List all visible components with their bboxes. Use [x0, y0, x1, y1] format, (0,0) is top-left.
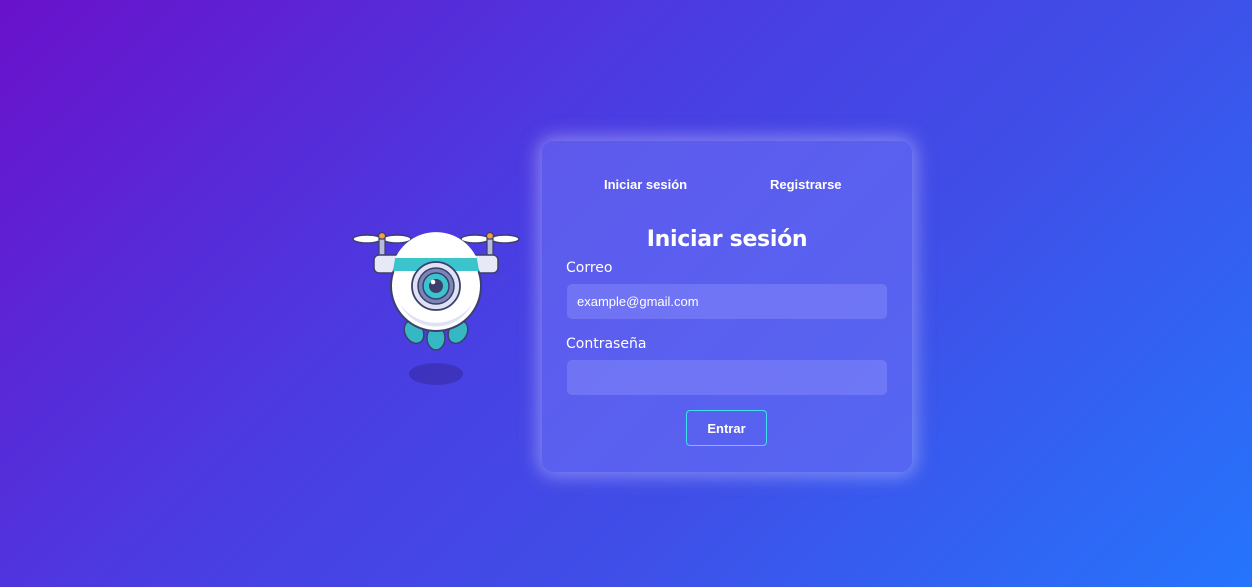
submit-button[interactable]: Entrar — [686, 410, 767, 446]
form-title: Iniciar sesión — [646, 227, 808, 252]
auth-tabs: Iniciar sesión Registrarse — [542, 177, 912, 197]
email-field[interactable] — [567, 284, 887, 319]
password-field[interactable] — [567, 360, 887, 395]
camera-drone-icon — [350, 226, 522, 390]
email-label: Correo — [566, 260, 613, 276]
tab-register[interactable]: Registrarse — [770, 177, 842, 192]
login-card: Iniciar sesión Registrarse Iniciar sesió… — [542, 141, 912, 472]
password-label: Contraseña — [566, 336, 647, 352]
tab-login[interactable]: Iniciar sesión — [604, 177, 687, 192]
